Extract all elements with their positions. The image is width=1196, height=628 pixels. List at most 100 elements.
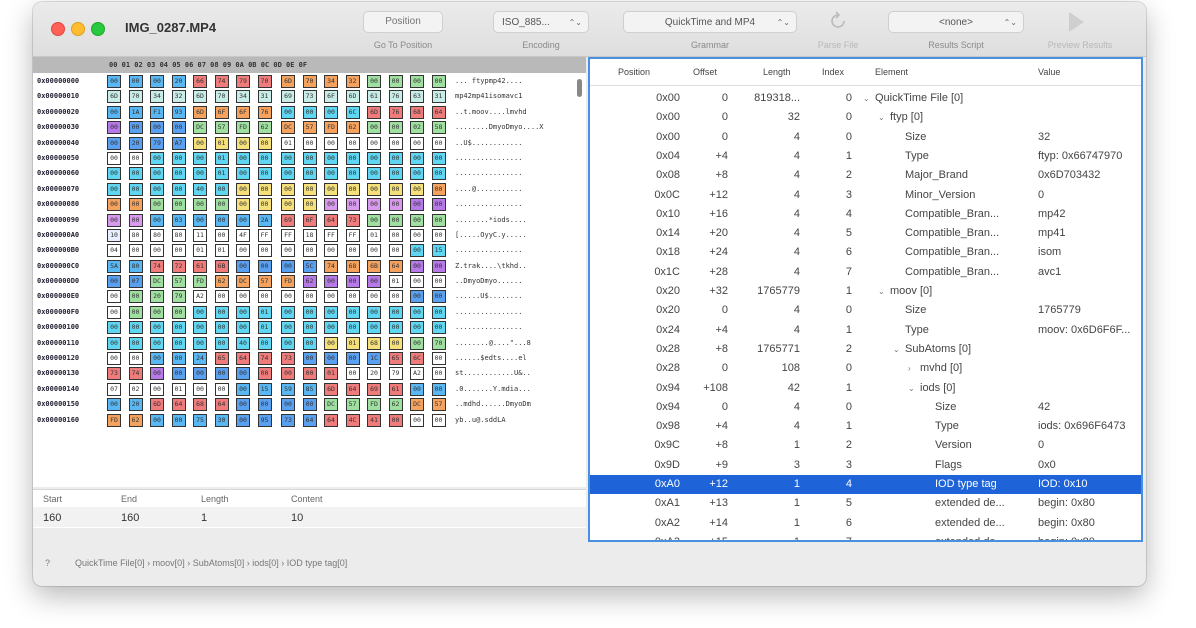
hex-byte[interactable]: 30: [214, 413, 229, 427]
hex-byte[interactable]: 00: [107, 352, 121, 366]
hex-byte[interactable]: 00: [367, 136, 381, 150]
disclosure-expanded-icon[interactable]: ⌄: [878, 113, 885, 122]
hex-byte[interactable]: 6F: [236, 105, 250, 119]
hex-byte[interactable]: 00: [431, 352, 446, 366]
hex-byte[interactable]: DC: [193, 121, 207, 135]
outline-row[interactable]: 0xA0 +12 1 4 IOD type tag IOD: 0x10: [590, 475, 1141, 495]
hex-byte[interactable]: 00: [193, 305, 207, 319]
hex-byte[interactable]: 6D: [193, 105, 207, 119]
hex-byte[interactable]: 58: [431, 121, 446, 135]
hex-byte[interactable]: 1C: [367, 352, 381, 366]
hex-byte[interactable]: 00: [236, 382, 250, 396]
hex-byte[interactable]: FD: [107, 413, 121, 427]
hex-byte[interactable]: 00: [236, 413, 250, 427]
hex-byte[interactable]: 61: [193, 259, 207, 273]
hex-byte[interactable]: 5C: [302, 259, 317, 273]
hex-byte[interactable]: 34: [324, 75, 338, 88]
hex-byte[interactable]: 00: [171, 352, 186, 366]
hex-byte[interactable]: 00: [107, 121, 121, 135]
hex-byte[interactable]: 6D: [150, 398, 164, 412]
hex-byte[interactable]: 73: [345, 213, 360, 227]
hex-byte[interactable]: 00: [324, 167, 338, 181]
hex-byte[interactable]: 00: [257, 198, 272, 212]
hex-byte[interactable]: 02: [128, 382, 143, 396]
ascii-text[interactable]: ........@...."...8: [455, 336, 531, 351]
hex-byte[interactable]: 00: [281, 398, 295, 412]
hex-byte[interactable]: 00: [214, 382, 229, 396]
hex-byte[interactable]: 00: [281, 198, 295, 212]
hex-byte[interactable]: 00: [410, 136, 424, 150]
hex-byte[interactable]: 31: [257, 90, 272, 104]
hex-byte[interactable]: 00: [128, 75, 143, 88]
hex-byte[interactable]: 1A: [128, 105, 143, 119]
hex-byte[interactable]: 00: [345, 321, 360, 335]
hex-byte[interactable]: 57: [257, 275, 272, 289]
hex-byte[interactable]: 00: [107, 182, 121, 196]
zoom-window-button[interactable]: [91, 22, 105, 36]
outline-row[interactable]: 0x98 +4 4 1 Type iods: 0x696F6473: [590, 417, 1141, 436]
hex-byte[interactable]: 00: [214, 290, 229, 304]
hex-byte[interactable]: 66: [193, 75, 207, 88]
ascii-text[interactable]: ....@...........: [455, 182, 522, 197]
hex-byte[interactable]: 00: [302, 151, 317, 165]
ascii-text[interactable]: ..DmyoDmyo......: [455, 274, 522, 289]
hex-byte[interactable]: FD: [281, 275, 295, 289]
hex-byte[interactable]: 00: [410, 382, 424, 396]
hex-byte[interactable]: 00: [171, 121, 186, 135]
hex-byte[interactable]: 00: [150, 167, 164, 181]
hex-byte[interactable]: 00: [345, 244, 360, 258]
hex-byte[interactable]: 00: [236, 259, 250, 273]
hex-byte[interactable]: 00: [150, 151, 164, 165]
hex-byte[interactable]: 00: [193, 151, 207, 165]
hex-byte[interactable]: 00: [302, 244, 317, 258]
hex-byte[interactable]: 00: [388, 213, 403, 227]
hex-byte[interactable]: 00: [367, 182, 381, 196]
hex-byte[interactable]: 00: [128, 321, 143, 335]
disclosure-expanded-icon[interactable]: ⌄: [863, 94, 870, 103]
hex-byte[interactable]: 00: [107, 213, 121, 227]
hex-byte[interactable]: FD: [367, 398, 381, 412]
ascii-text[interactable]: ......U$........: [455, 289, 522, 304]
hex-byte[interactable]: 00: [236, 136, 250, 150]
hex-byte[interactable]: 00: [302, 367, 317, 381]
hex-byte[interactable]: 00: [431, 213, 446, 227]
hex-byte[interactable]: 00: [388, 228, 403, 242]
hex-byte[interactable]: 20: [128, 398, 143, 412]
hex-byte[interactable]: 00: [388, 121, 403, 135]
hex-byte[interactable]: 6C: [410, 352, 424, 366]
hex-byte[interactable]: 00: [171, 367, 186, 381]
hex-byte[interactable]: 00: [281, 336, 295, 350]
hex-byte[interactable]: 69: [281, 90, 295, 104]
element-path[interactable]: QuickTime File[0] › moov[0] › SubAtoms[0…: [75, 548, 347, 578]
hex-byte[interactable]: 64: [302, 413, 317, 427]
hex-byte[interactable]: 01: [214, 151, 229, 165]
hex-byte[interactable]: DC: [410, 398, 424, 412]
hex-byte[interactable]: A7: [171, 136, 186, 150]
selection-values-row[interactable]: [33, 507, 586, 527]
hex-byte[interactable]: 75: [193, 413, 207, 427]
hex-byte[interactable]: 00: [388, 151, 403, 165]
outline-row[interactable]: 0x9D +9 3 3 Flags 0x0: [590, 456, 1141, 475]
hex-byte[interactable]: 00: [150, 198, 164, 212]
hex-byte[interactable]: DC: [150, 275, 164, 289]
hex-byte[interactable]: 6D: [107, 90, 121, 104]
hex-view[interactable]: 00 01 02 03 04 05 06 07 08 09 0A 0B 0C 0…: [33, 57, 586, 487]
hex-byte[interactable]: 00: [367, 244, 381, 258]
hex-byte[interactable]: 64: [214, 398, 229, 412]
hex-byte[interactable]: 00: [302, 290, 317, 304]
hex-byte[interactable]: 80: [128, 259, 143, 273]
hex-byte[interactable]: 00: [150, 336, 164, 350]
hex-byte[interactable]: 79: [236, 75, 250, 88]
hex-byte[interactable]: 00: [214, 367, 229, 381]
ascii-text[interactable]: ..U$............: [455, 136, 522, 151]
hex-byte[interactable]: FD: [193, 275, 207, 289]
hex-byte[interactable]: 00: [150, 305, 164, 319]
hex-byte[interactable]: 24: [193, 352, 207, 366]
ascii-text[interactable]: st............U&..: [455, 366, 531, 381]
hex-byte[interactable]: 74: [324, 259, 338, 273]
results-script-popup[interactable]: <none> ⌃⌄: [888, 11, 1024, 33]
hex-byte[interactable]: 76: [388, 105, 403, 119]
ascii-text[interactable]: ................: [455, 166, 522, 181]
hex-byte[interactable]: 00: [150, 121, 164, 135]
minimize-window-button[interactable]: [71, 22, 85, 36]
